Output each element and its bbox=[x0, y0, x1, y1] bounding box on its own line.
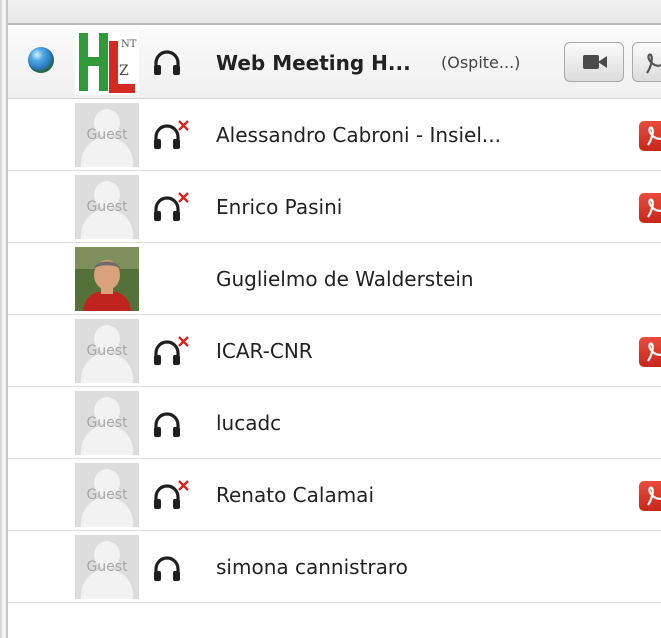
participant-row[interactable]: Guest simona cannistraro bbox=[8, 531, 661, 603]
pdf-icon[interactable] bbox=[639, 481, 661, 511]
host-row[interactable]: NT Z Web Meeting H... (Ospite...) bbox=[8, 27, 661, 99]
headset-muted-icon[interactable] bbox=[150, 335, 189, 369]
participant-row[interactable]: Guest Renato Calamai bbox=[8, 459, 661, 531]
participant-name: ICAR-CNR bbox=[216, 339, 313, 363]
pdf-gray-icon bbox=[646, 53, 661, 74]
headset-icon[interactable] bbox=[150, 47, 184, 81]
participant-row[interactable]: Guest ICAR-CNR bbox=[8, 315, 661, 387]
list-empty-space bbox=[8, 603, 661, 638]
video-camera-lens-icon bbox=[598, 56, 607, 68]
participant-name: Renato Calamai bbox=[216, 483, 374, 507]
panel-left-border bbox=[0, 0, 8, 638]
host-role: (Ospite...) bbox=[441, 53, 521, 72]
headset-icon[interactable] bbox=[150, 551, 184, 585]
guest-avatar: Guest bbox=[75, 103, 139, 167]
participant-row[interactable]: Guest lucadc bbox=[8, 387, 661, 459]
participant-name: Enrico Pasini bbox=[216, 195, 343, 219]
participant-name: Guglielmo de Walderstein bbox=[216, 267, 474, 291]
guest-avatar: Guest bbox=[75, 535, 139, 599]
panel-header-strip bbox=[8, 0, 661, 25]
pdf-icon[interactable] bbox=[639, 337, 661, 367]
headset-muted-icon[interactable] bbox=[150, 119, 189, 153]
participant-row[interactable]: Guest Alessandro Cabroni - Insiel... bbox=[8, 99, 661, 171]
user-photo-avatar bbox=[75, 247, 139, 311]
guest-avatar: Guest bbox=[75, 319, 139, 383]
participant-name: simona cannistraro bbox=[216, 555, 408, 579]
video-camera-button[interactable] bbox=[564, 42, 624, 82]
headset-muted-icon[interactable] bbox=[150, 479, 189, 513]
hl-logo-icon: NT Z bbox=[75, 31, 139, 95]
participant-list: NT Z Web Meeting H... (Ospite...) Guest … bbox=[8, 27, 661, 638]
guest-avatar: Guest bbox=[75, 391, 139, 455]
pdf-icon[interactable] bbox=[639, 193, 661, 223]
headset-muted-icon[interactable] bbox=[150, 191, 189, 225]
share-document-button[interactable] bbox=[632, 42, 661, 82]
svg-text:NT: NT bbox=[121, 39, 137, 50]
participant-row[interactable]: Guglielmo de Walderstein bbox=[8, 243, 661, 315]
participant-name: lucadc bbox=[216, 411, 282, 435]
svg-text:Z: Z bbox=[119, 63, 129, 79]
host-name: Web Meeting H... bbox=[216, 51, 411, 75]
headset-icon[interactable] bbox=[150, 407, 184, 441]
participant-row[interactable]: Guest Enrico Pasini bbox=[8, 171, 661, 243]
video-camera-icon bbox=[583, 55, 599, 69]
presence-globe-icon bbox=[28, 47, 54, 73]
guest-avatar: Guest bbox=[75, 175, 139, 239]
guest-avatar: Guest bbox=[75, 463, 139, 527]
pdf-icon[interactable] bbox=[639, 121, 661, 151]
participant-name: Alessandro Cabroni - Insiel... bbox=[216, 123, 501, 147]
